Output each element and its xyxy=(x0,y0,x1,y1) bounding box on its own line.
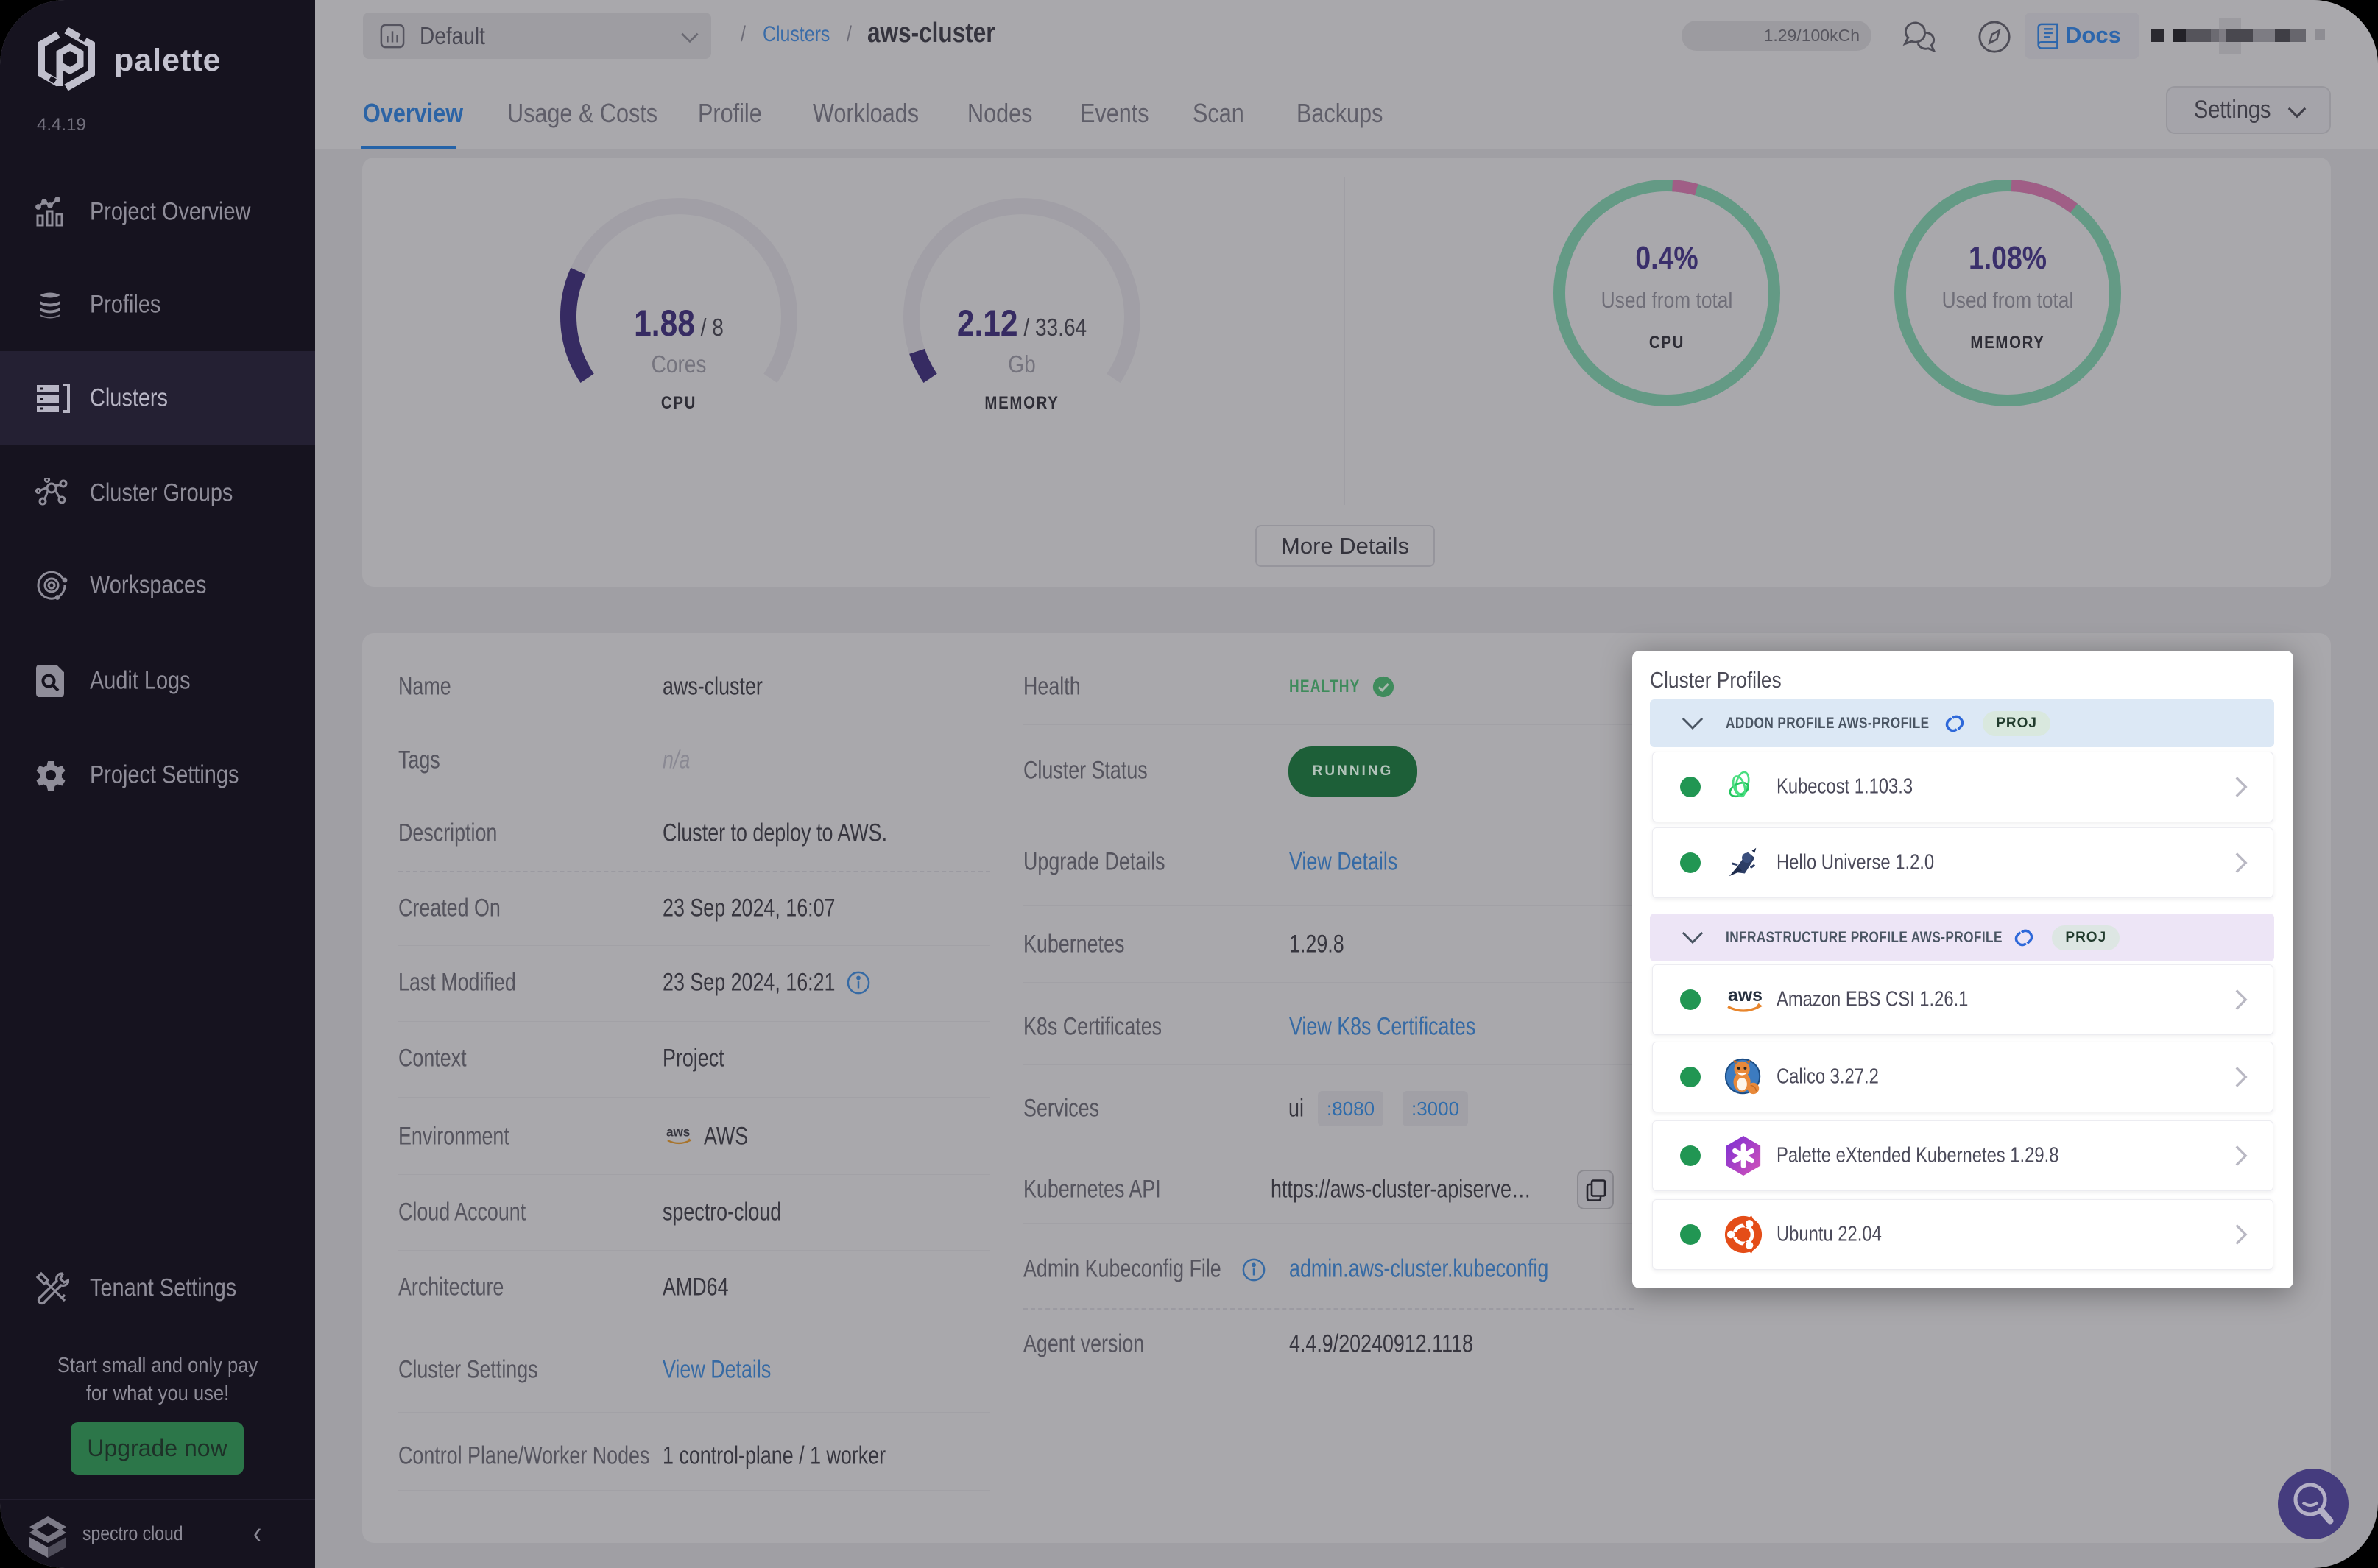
svg-text:aws: aws xyxy=(666,1124,690,1139)
svg-text:aws: aws xyxy=(1728,986,1763,1006)
